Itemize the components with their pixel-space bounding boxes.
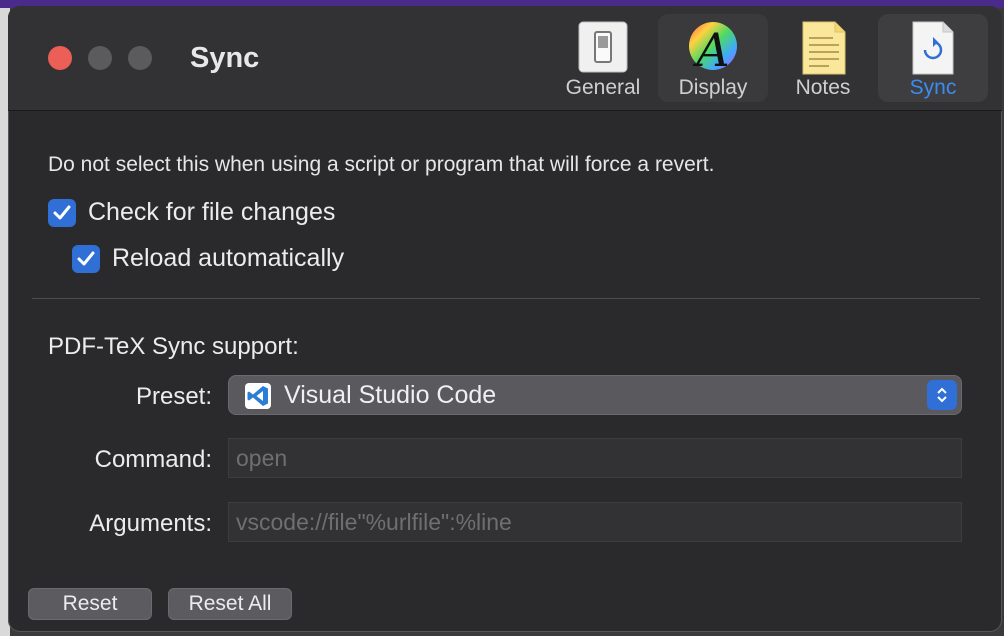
command-input[interactable] xyxy=(229,439,961,477)
arguments-input[interactable] xyxy=(229,503,961,541)
sync-pane: Do not select this when using a script o… xyxy=(8,111,1002,632)
pdftex-sync-heading: PDF-TeX Sync support: xyxy=(48,333,299,360)
arguments-label: Arguments: xyxy=(89,510,212,537)
reset-all-button[interactable]: Reset All xyxy=(168,588,292,620)
tab-notes-label: Notes xyxy=(795,76,851,99)
preset-value: Visual Studio Code xyxy=(284,381,497,409)
window-title: Sync xyxy=(190,42,260,74)
switch-icon xyxy=(575,20,631,76)
tab-display-label: Display xyxy=(678,76,748,99)
check-file-changes-row[interactable]: Check for file changes xyxy=(48,198,335,227)
vscode-icon xyxy=(245,383,271,409)
sync-document-icon xyxy=(905,20,961,76)
titlebar: Sync General A Display Notes Sync xyxy=(8,6,1002,111)
check-file-changes-checkbox[interactable] xyxy=(48,198,76,227)
tab-sync-label: Sync xyxy=(909,76,957,99)
reload-automatically-row[interactable]: Reload automatically xyxy=(72,244,344,273)
tab-general[interactable]: General xyxy=(548,14,658,102)
revert-hint-text: Do not select this when using a script o… xyxy=(48,153,715,176)
close-button[interactable] xyxy=(48,46,72,70)
tab-display[interactable]: A Display xyxy=(658,14,768,102)
tab-sync[interactable]: Sync xyxy=(878,14,988,102)
checkmark-icon xyxy=(53,205,71,219)
check-file-changes-label[interactable]: Check for file changes xyxy=(88,198,335,227)
preferences-window: Sync General A Display Notes Sync Do not… xyxy=(8,6,1002,632)
command-label: Command: xyxy=(94,446,212,473)
command-field[interactable] xyxy=(228,438,962,478)
reload-automatically-label[interactable]: Reload automatically xyxy=(112,244,344,273)
tab-general-label: General xyxy=(565,76,641,99)
preset-select[interactable]: Visual Studio Code xyxy=(228,375,962,415)
display-font-icon: A xyxy=(685,20,741,77)
zoom-button[interactable] xyxy=(128,46,152,70)
minimize-button[interactable] xyxy=(88,46,112,70)
section-divider xyxy=(32,298,980,299)
reload-automatically-checkbox[interactable] xyxy=(72,244,100,273)
arguments-field[interactable] xyxy=(228,502,962,542)
notes-icon xyxy=(795,20,851,76)
reset-button[interactable]: Reset xyxy=(28,588,152,620)
checkmark-icon xyxy=(77,251,95,265)
select-stepper-icon[interactable] xyxy=(927,380,957,410)
tab-notes[interactable]: Notes xyxy=(768,14,878,102)
preset-label: Preset: xyxy=(135,383,212,410)
svg-text:A: A xyxy=(692,23,729,76)
